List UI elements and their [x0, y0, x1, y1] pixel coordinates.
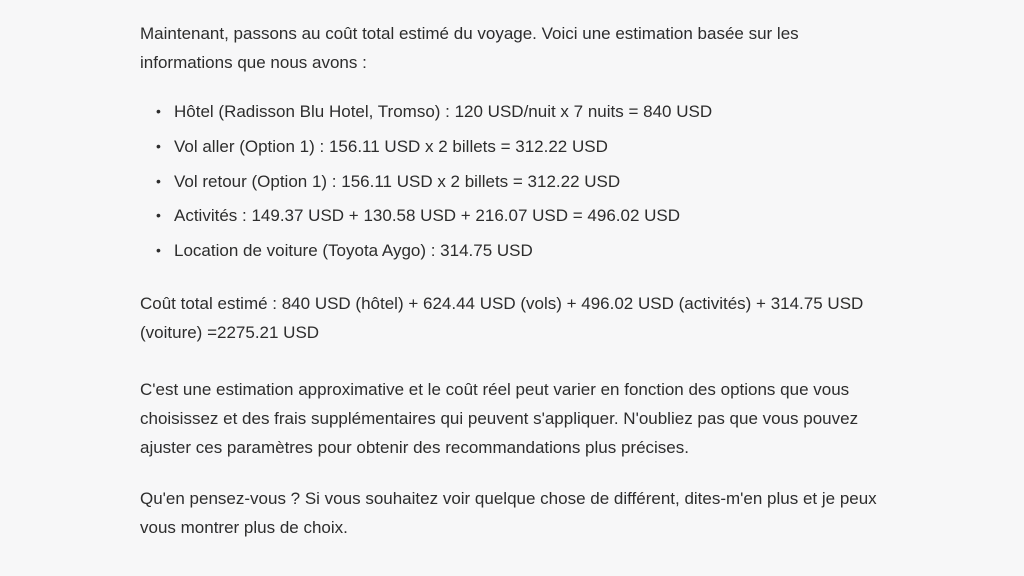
- list-item: • Activités : 149.37 USD + 130.58 USD + …: [156, 202, 894, 231]
- cost-breakdown-list: • Hôtel (Radisson Blu Hotel, Tromso) : 1…: [140, 98, 894, 266]
- list-item: • Vol aller (Option 1) : 156.11 USD x 2 …: [156, 133, 894, 162]
- list-item-text: Hôtel (Radisson Blu Hotel, Tromso) : 120…: [174, 98, 712, 127]
- list-item-text: Activités : 149.37 USD + 130.58 USD + 21…: [174, 202, 680, 231]
- disclaimer-paragraph: C'est une estimation approximative et le…: [140, 376, 894, 463]
- list-item: • Location de voiture (Toyota Aygo) : 31…: [156, 237, 894, 266]
- list-item-text: Vol aller (Option 1) : 156.11 USD x 2 bi…: [174, 133, 608, 162]
- bullet-icon: •: [156, 133, 174, 160]
- closing-paragraph: Qu'en pensez-vous ? Si vous souhaitez vo…: [140, 485, 894, 543]
- list-item: • Vol retour (Option 1) : 156.11 USD x 2…: [156, 168, 894, 197]
- bullet-icon: •: [156, 202, 174, 229]
- bullet-icon: •: [156, 98, 174, 125]
- total-paragraph: Coût total estimé : 840 USD (hôtel) + 62…: [140, 290, 894, 348]
- list-item-text: Location de voiture (Toyota Aygo) : 314.…: [174, 237, 533, 266]
- list-item-text: Vol retour (Option 1) : 156.11 USD x 2 b…: [174, 168, 620, 197]
- list-item: • Hôtel (Radisson Blu Hotel, Tromso) : 1…: [156, 98, 894, 127]
- intro-paragraph: Maintenant, passons au coût total estimé…: [140, 20, 894, 78]
- bullet-icon: •: [156, 237, 174, 264]
- bullet-icon: •: [156, 168, 174, 195]
